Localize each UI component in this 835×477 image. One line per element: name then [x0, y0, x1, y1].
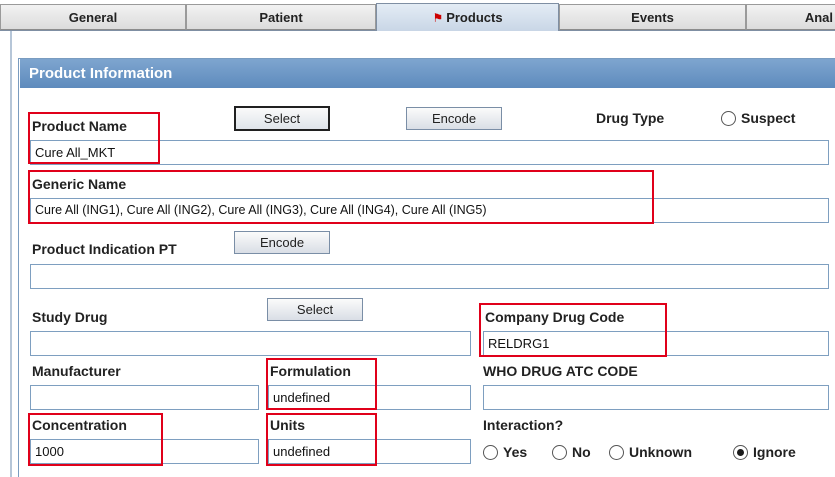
units-field[interactable]: undefined: [268, 439, 471, 464]
concentration-field[interactable]: 1000: [30, 439, 259, 464]
product-select-button[interactable]: Select: [234, 106, 330, 131]
study-drug-field[interactable]: [30, 331, 471, 356]
product-indication-field[interactable]: [30, 264, 829, 289]
tab-patient[interactable]: Patient: [186, 4, 376, 30]
interaction-label: Interaction?: [483, 417, 564, 433]
radio-label: Ignore: [753, 444, 796, 460]
tab-bar: General Patient ⚑ Products Events Anal: [0, 0, 835, 31]
radio-label: Unknown: [629, 444, 692, 460]
radio-label: Suspect: [741, 110, 796, 126]
formulation-field[interactable]: undefined: [268, 385, 471, 410]
button-label: Select: [263, 111, 301, 126]
panel-title: Product Information: [20, 59, 835, 88]
study-drug-label: Study Drug: [32, 309, 108, 325]
button-label: Select: [296, 302, 334, 317]
generic-name-field[interactable]: Cure All (ING1), Cure All (ING2), Cure A…: [30, 198, 829, 223]
product-name-field[interactable]: Cure All_MKT: [30, 140, 829, 165]
drug-type-suspect-radio[interactable]: Suspect: [721, 110, 795, 126]
product-indication-label: Product Indication PT: [32, 241, 177, 257]
formulation-label: Formulation: [270, 363, 351, 379]
interaction-unknown-radio[interactable]: Unknown: [609, 444, 692, 460]
button-label: Encode: [431, 111, 477, 126]
radio-checked-icon: [733, 444, 748, 460]
manufacturer-field[interactable]: [30, 385, 259, 410]
interaction-no-radio[interactable]: No: [552, 444, 591, 460]
who-drug-atc-label: WHO DRUG ATC CODE: [483, 363, 638, 379]
flag-icon: ⚑: [432, 10, 444, 25]
who-drug-atc-field[interactable]: [483, 385, 829, 410]
tab-events[interactable]: Events: [559, 4, 746, 30]
product-name-label: Product Name: [32, 118, 127, 134]
company-drug-code-label: Company Drug Code: [485, 309, 625, 325]
tab-general[interactable]: General: [0, 4, 186, 30]
concentration-label: Concentration: [32, 417, 127, 433]
radio-label: No: [572, 444, 591, 460]
tab-products[interactable]: ⚑ Products: [376, 3, 559, 31]
units-label: Units: [270, 417, 305, 433]
tab-label: Events: [631, 9, 674, 25]
radio-circle-icon: [609, 444, 624, 460]
study-drug-select-button[interactable]: Select: [267, 298, 363, 321]
tab-analysis[interactable]: Anal: [746, 4, 835, 30]
radio-circle-icon: [552, 444, 567, 460]
radio-circle-icon: [721, 110, 736, 126]
company-drug-code-field[interactable]: RELDRG1: [483, 331, 829, 356]
interaction-yes-radio[interactable]: Yes: [483, 444, 527, 460]
interaction-ignore-radio[interactable]: Ignore: [733, 444, 796, 460]
radio-label: Yes: [503, 444, 528, 460]
drug-type-label: Drug Type: [596, 110, 665, 126]
product-encode-button[interactable]: Encode: [406, 107, 502, 130]
tab-label: Products: [446, 10, 503, 25]
indication-encode-button[interactable]: Encode: [234, 231, 330, 254]
tab-label: Anal: [804, 9, 833, 25]
manufacturer-label: Manufacturer: [32, 363, 121, 379]
tab-label: Patient: [259, 9, 303, 25]
button-label: Encode: [259, 235, 305, 250]
tab-label: General: [68, 9, 118, 25]
generic-name-label: Generic Name: [32, 176, 127, 192]
radio-circle-icon: [483, 444, 498, 460]
